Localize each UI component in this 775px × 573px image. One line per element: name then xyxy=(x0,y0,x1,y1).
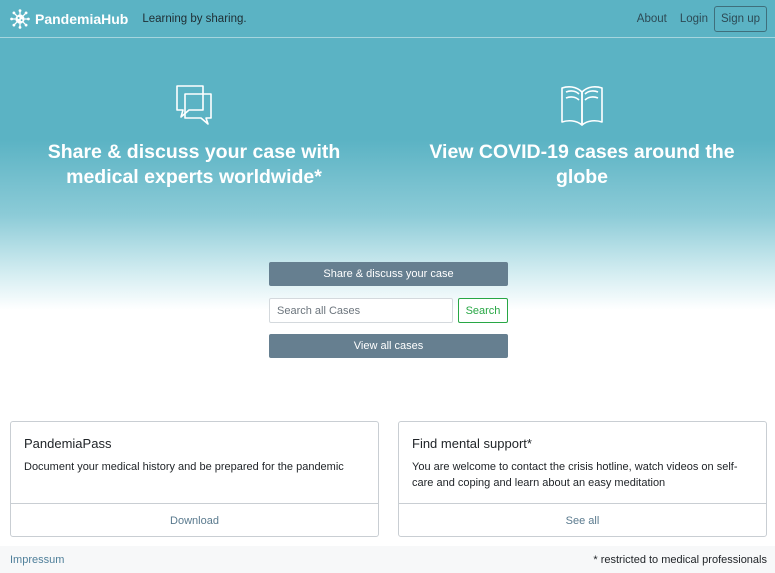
search-form: Search xyxy=(269,298,508,323)
search-button[interactable]: Search xyxy=(458,298,508,323)
card-text: You are welcome to contact the crisis ho… xyxy=(412,461,738,489)
navbar: PandemiaHub Learning by sharing. About L… xyxy=(0,0,775,38)
card-title: PandemiaPass xyxy=(24,436,112,451)
card-footer: Download xyxy=(11,503,378,536)
feature-share[interactable]: Share & discuss your case with medical e… xyxy=(24,80,364,190)
impressum-link[interactable]: Impressum xyxy=(10,554,64,566)
login-link[interactable]: Login xyxy=(680,13,708,25)
search-input[interactable] xyxy=(269,298,453,323)
feature-view-cases[interactable]: View COVID-19 cases around the globe xyxy=(412,80,752,190)
brand-name: PandemiaHub xyxy=(35,10,129,27)
brand-link[interactable]: PandemiaHub xyxy=(10,8,129,29)
card-footer: See all xyxy=(399,503,766,536)
feature-share-title: Share & discuss your case with medical e… xyxy=(47,141,341,188)
see-all-link[interactable]: See all xyxy=(566,515,600,527)
virus-logo-icon xyxy=(10,8,30,29)
pandemiapass-card: PandemiaPass Document your medical histo… xyxy=(10,421,379,537)
tagline: Learning by sharing. xyxy=(142,12,247,25)
share-case-button[interactable]: Share & discuss your case xyxy=(269,262,508,286)
case-actions: Share & discuss your case Search View al… xyxy=(269,262,508,358)
footer-note: * restricted to medical professionals xyxy=(593,553,767,566)
nav-links: About Login Sign up xyxy=(624,5,767,32)
about-link[interactable]: About xyxy=(637,13,667,25)
view-all-cases-button[interactable]: View all cases xyxy=(269,334,508,358)
open-book-icon xyxy=(561,86,603,126)
download-link[interactable]: Download xyxy=(170,515,219,527)
card-title: Find mental support* xyxy=(412,436,532,451)
footer: Impressum * restricted to medical profes… xyxy=(0,546,775,573)
chat-bubbles-icon xyxy=(176,85,212,125)
card-text: Document your medical history and be pre… xyxy=(24,461,344,473)
feature-view-cases-title: View COVID-19 cases around the globe xyxy=(429,141,735,188)
signup-button[interactable]: Sign up xyxy=(713,5,767,32)
mental-support-card: Find mental support* You are welcome to … xyxy=(398,421,767,537)
